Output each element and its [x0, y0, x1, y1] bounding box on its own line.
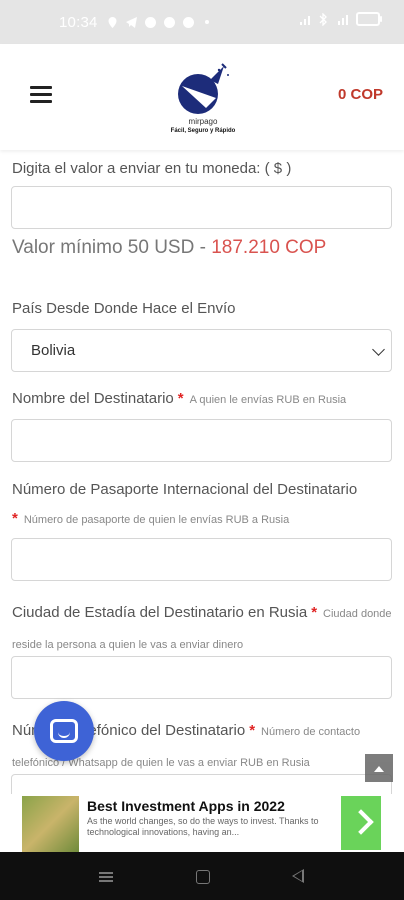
rocket-icon [182, 16, 195, 29]
logo-emblem-icon [178, 63, 229, 114]
required-mark: * [311, 604, 318, 621]
country-selected-value: Bolivia [31, 342, 76, 359]
recipient-name-text: Nombre del Destinatario [12, 390, 174, 407]
wifi-icon [337, 13, 350, 26]
amount-label: Digita el valor a enviar en tu moneda: (… [12, 160, 292, 177]
more-notifications-icon [204, 20, 209, 24]
ad-title[interactable]: Best Investment Apps in 2022 [87, 798, 285, 814]
cart-total[interactable]: 0 COP [338, 86, 383, 103]
location-icon [106, 16, 119, 29]
ad-image[interactable] [22, 796, 79, 852]
recent-apps-icon[interactable] [99, 872, 113, 882]
chat-button[interactable] [34, 701, 94, 761]
city-label-text: Ciudad de Estadía del Destinatario en Ru… [12, 604, 308, 621]
min-value-cop: 187.210 COP [211, 237, 327, 258]
site-logo[interactable]: mirpago Fácil, Seguro y Rápido [162, 60, 244, 140]
recipient-name-label: Nombre del Destinatario * A quien le envía… [12, 390, 346, 407]
home-icon[interactable] [196, 870, 210, 884]
amount-input[interactable] [11, 186, 392, 229]
back-icon[interactable] [292, 869, 304, 883]
system-icons [299, 11, 382, 27]
chevron-down-icon [372, 343, 385, 356]
signal-icon [299, 13, 312, 26]
city-input[interactable] [11, 656, 392, 699]
required-mark: * [249, 722, 256, 739]
bluetooth-icon [318, 11, 331, 27]
logo-tagline: Fácil, Seguro y Rápido [170, 128, 236, 134]
required-mark: * [12, 510, 18, 527]
logo-name: mirpago [188, 117, 218, 126]
min-value-text: Valor mínimo 50 USD - 187.210 COP [12, 237, 326, 259]
messenger-icon [144, 16, 157, 29]
battery-icon [356, 12, 382, 26]
passport-hint: Número de pasaporte de quien le envías R… [23, 514, 290, 526]
recipient-name-input[interactable] [11, 419, 392, 462]
status-time: 10:34 [59, 13, 98, 31]
recipient-name-hint: A quien le envías RUB en Rusia [189, 394, 347, 406]
notification-icons [106, 16, 209, 29]
status-bar: 10:34 [0, 0, 404, 44]
country-select[interactable]: Bolivia [11, 329, 392, 372]
scroll-to-top-button[interactable] [365, 754, 393, 782]
passport-label: Número de Pasaporte Internacional del De… [12, 481, 358, 498]
ad-arrow-button[interactable] [341, 796, 381, 850]
country-label: País Desde Donde Hace el Envío [12, 300, 236, 317]
city-label: Ciudad de Estadía del Destinatario en Ru… [12, 598, 392, 660]
system-nav-bar [0, 852, 404, 900]
passport-hint-line: * Número de pasaporte de quien le envías … [12, 510, 289, 527]
menu-icon[interactable] [30, 86, 52, 104]
telegram-icon [125, 16, 138, 29]
passport-input[interactable] [11, 538, 392, 581]
required-mark: * [177, 390, 184, 407]
site-header: mirpago Fácil, Seguro y Rápido 0 COP [0, 44, 404, 150]
phone-input[interactable] [11, 774, 392, 794]
chat-icon [163, 16, 176, 29]
min-value-separator: - [194, 237, 212, 258]
ad-text[interactable]: As the world changes, so do the ways to … [87, 816, 332, 838]
ad-banner[interactable]: Best Investment Apps in 2022 As the worl… [0, 794, 404, 852]
min-value-usd: Valor mínimo 50 USD [12, 237, 195, 258]
